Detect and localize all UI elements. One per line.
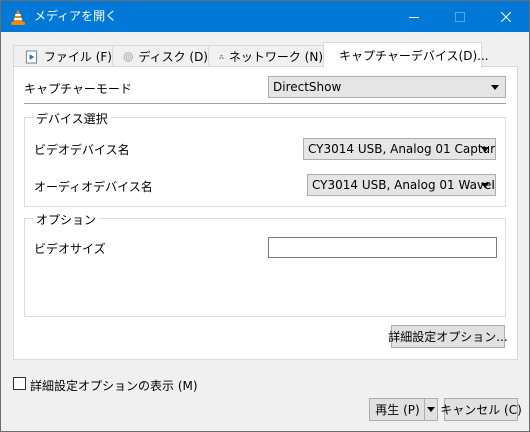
advanced-options-button[interactable]: 詳細設定オプション... xyxy=(388,325,508,348)
audio-device-select[interactable]: CY3014 USB, Analog 01 WaveIn xyxy=(307,174,496,196)
device-selection-group: デバイス選択 ビデオデバイス名 CY3014 USB, Analog 01 Ca… xyxy=(24,110,506,207)
title-bar[interactable]: メディアを開く xyxy=(1,1,529,32)
chevron-down-icon xyxy=(481,147,489,152)
audio-device-label: オーディオデバイス名 xyxy=(34,180,153,194)
video-device-value: CY3014 USB, Analog 01 Capture xyxy=(308,142,496,156)
tab-file[interactable]: ファイル (F) xyxy=(13,45,113,67)
show-more-options-checkbox[interactable] xyxy=(13,377,26,390)
video-size-input[interactable] xyxy=(268,237,497,258)
tab-network-label: ネットワーク (N) xyxy=(228,50,323,64)
vlc-cone-icon xyxy=(11,9,25,25)
options-title: オプション xyxy=(33,211,100,228)
play-button[interactable]: 再生 (P) xyxy=(369,398,425,421)
capture-mode-select[interactable]: DirectShow xyxy=(268,76,506,98)
tab-capture-device[interactable]: キャプチャーデバイス(D)... xyxy=(323,42,489,68)
tab-disc-label: ディスク (D) xyxy=(138,50,208,64)
capture-mode-label: キャプチャーモード xyxy=(24,82,132,96)
maximize-button[interactable] xyxy=(437,1,483,32)
tab-capture-device-label: キャプチャーデバイス(D)... xyxy=(339,49,489,63)
capture-device-panel: キャプチャーモード DirectShow デバイス選択 ビデオデバイス名 CY3… xyxy=(13,66,518,360)
maximize-icon xyxy=(455,11,465,22)
tab-disc[interactable]: ディスク (D) xyxy=(112,45,209,67)
chevron-down-icon xyxy=(481,183,489,188)
file-play-icon xyxy=(25,49,38,64)
window-title: メディアを開く xyxy=(34,9,118,23)
audio-device-value: CY3014 USB, Analog 01 WaveIn xyxy=(312,178,496,192)
device-selection-title: デバイス選択 xyxy=(33,110,111,127)
minimize-icon xyxy=(409,16,419,18)
options-group: オプション ビデオサイズ xyxy=(24,211,506,317)
close-icon xyxy=(501,11,511,22)
close-button[interactable] xyxy=(483,1,529,32)
tab-file-label: ファイル (F) xyxy=(43,50,112,64)
cancel-button[interactable]: キャンセル (C) xyxy=(440,398,522,421)
network-icon xyxy=(219,54,224,59)
divider xyxy=(24,103,506,104)
chevron-down-icon xyxy=(491,85,499,90)
disc-icon xyxy=(123,51,133,62)
capture-mode-value: DirectShow xyxy=(273,80,342,94)
show-more-options-label[interactable]: 詳細設定オプションの表示 (M) xyxy=(30,377,198,394)
video-device-label: ビデオデバイス名 xyxy=(34,143,130,157)
tab-network[interactable]: ネットワーク (N) xyxy=(208,45,324,67)
open-media-dialog: メディアを開く ファイル (F) ディスク (D) ネットワーク (N) キャプ… xyxy=(0,0,530,432)
video-device-select[interactable]: CY3014 USB, Analog 01 Capture xyxy=(303,138,496,160)
play-dropdown-button[interactable] xyxy=(424,398,438,421)
chevron-down-icon xyxy=(427,407,435,412)
video-size-label: ビデオサイズ xyxy=(34,242,106,256)
minimize-button[interactable] xyxy=(391,1,437,32)
